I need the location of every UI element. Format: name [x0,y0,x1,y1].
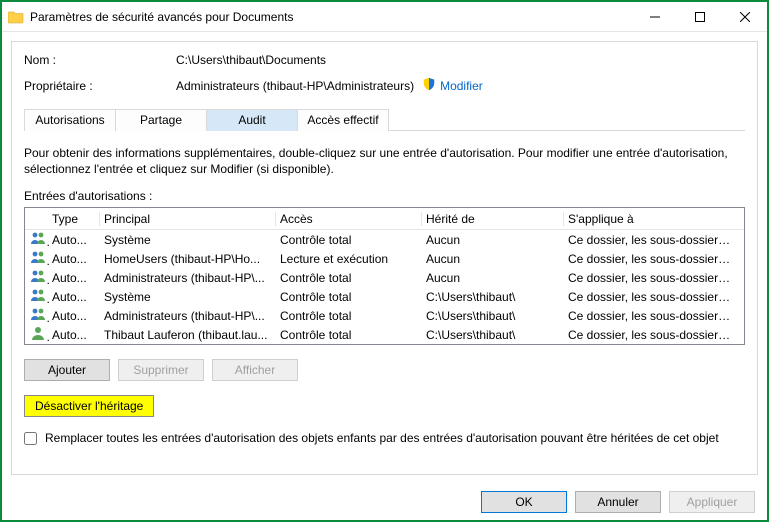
cell-inherited: C:\Users\thibaut\ [423,308,565,324]
table-row[interactable]: Auto...SystèmeContrôle totalC:\Users\thi… [25,287,744,306]
cell-access: Contrôle total [277,289,423,305]
cell-applies: Ce dossier, les sous-dossiers et... [565,308,742,324]
minimize-button[interactable] [632,2,677,31]
table-row[interactable]: Auto...HomeUsers (thibaut-HP\Ho...Lectur… [25,249,744,268]
tab-audit[interactable]: Audit [206,109,298,131]
tab-effective-access[interactable]: Accès effectif [297,109,389,131]
cell-inherited: C:\Users\thibaut\ [423,289,565,305]
cell-inherited: C:\Users\thibaut\ [423,327,565,343]
owner-value: Administrateurs (thibaut-HP\Administrate… [176,79,414,93]
cell-type: Auto... [49,270,101,286]
col-inherited[interactable]: Hérité de [423,209,565,229]
cell-principal: Système [101,232,277,248]
col-type[interactable]: Type [49,209,101,229]
cell-type: Auto... [49,289,101,305]
security-dialog: Paramètres de sécurité avancés pour Docu… [0,0,769,522]
cancel-button[interactable]: Annuler [575,491,661,513]
replace-checkbox-label: Remplacer toutes les entrées d'autorisat… [45,431,719,445]
table-row[interactable]: Auto...Administrateurs (thibaut-HP\...Co… [25,268,744,287]
cell-principal: HomeUsers (thibaut-HP\Ho... [101,251,277,267]
cell-inherited: Aucun [423,251,565,267]
owner-row: Propriétaire : Administrateurs (thibaut-… [24,77,745,94]
content-panel: Nom : C:\Users\thibaut\Documents Proprié… [11,41,758,475]
tab-bar: Autorisations Partage Audit Accès effect… [24,108,745,131]
shield-icon [422,77,436,94]
remove-button: Supprimer [118,359,204,381]
minimize-icon [650,12,660,22]
principal-icon [27,267,49,288]
cell-applies: Ce dossier, les sous-dossiers et... [565,270,742,286]
cell-access: Contrôle total [277,232,423,248]
owner-label: Propriétaire : [24,79,176,93]
window-title: Paramètres de sécurité avancés pour Docu… [30,10,632,24]
table-row[interactable]: Auto...Thibaut Lauferon (thibaut.lau...C… [25,325,744,344]
maximize-button[interactable] [677,2,722,31]
folder-icon [8,9,24,25]
cell-inherited: Aucun [423,232,565,248]
principal-icon [27,324,49,345]
view-button: Afficher [212,359,298,381]
cell-applies: Ce dossier, les sous-dossiers et... [565,327,742,343]
apply-button: Appliquer [669,491,755,513]
cell-access: Lecture et exécution [277,251,423,267]
disable-inheritance-button[interactable]: Désactiver l'héritage [24,395,154,417]
col-principal[interactable]: Principal [101,209,277,229]
grid-header: Type Principal Accès Hérité de S'appliqu… [25,208,744,230]
modify-owner-link[interactable]: Modifier [440,79,483,93]
cell-applies: Ce dossier, les sous-dossiers et... [565,289,742,305]
dialog-footer: OK Annuler Appliquer [2,484,767,520]
name-row: Nom : C:\Users\thibaut\Documents [24,53,745,67]
cell-type: Auto... [49,327,101,343]
titlebar: Paramètres de sécurité avancés pour Docu… [2,2,767,32]
cell-type: Auto... [49,232,101,248]
cell-access: Contrôle total [277,308,423,324]
tab-permissions[interactable]: Autorisations [24,109,116,131]
maximize-icon [695,12,705,22]
principal-icon [27,229,49,250]
grid-body: Auto...SystèmeContrôle totalAucunCe doss… [25,230,744,344]
entries-label: Entrées d'autorisations : [24,189,745,203]
close-icon [740,12,750,22]
cell-type: Auto... [49,251,101,267]
principal-icon [27,286,49,307]
col-applies[interactable]: S'applique à [565,209,742,229]
description-text: Pour obtenir des informations supplément… [24,145,745,177]
col-icon[interactable] [27,216,49,222]
replace-checkbox[interactable] [24,432,37,445]
cell-inherited: Aucun [423,270,565,286]
replace-checkbox-row[interactable]: Remplacer toutes les entrées d'autorisat… [24,431,745,445]
cell-access: Contrôle total [277,270,423,286]
cell-access: Contrôle total [277,327,423,343]
name-label: Nom : [24,53,176,67]
cell-principal: Administrateurs (thibaut-HP\... [101,308,277,324]
close-button[interactable] [722,2,767,31]
cell-principal: Système [101,289,277,305]
permission-grid: Type Principal Accès Hérité de S'appliqu… [24,207,745,345]
cell-principal: Thibaut Lauferon (thibaut.lau... [101,327,277,343]
principal-icon [27,248,49,269]
table-row[interactable]: Auto...Administrateurs (thibaut-HP\...Co… [25,306,744,325]
principal-icon [27,305,49,326]
window-controls [632,2,767,31]
add-button[interactable]: Ajouter [24,359,110,381]
cell-principal: Administrateurs (thibaut-HP\... [101,270,277,286]
col-access[interactable]: Accès [277,209,423,229]
name-value: C:\Users\thibaut\Documents [176,53,326,67]
entry-buttons: Ajouter Supprimer Afficher [24,359,745,381]
cell-applies: Ce dossier, les sous-dossiers et... [565,232,742,248]
table-row[interactable]: Auto...SystèmeContrôle totalAucunCe doss… [25,230,744,249]
tab-sharing[interactable]: Partage [115,109,207,131]
ok-button[interactable]: OK [481,491,567,513]
cell-type: Auto... [49,308,101,324]
inherit-row: Désactiver l'héritage [24,395,745,417]
cell-applies: Ce dossier, les sous-dossiers et... [565,251,742,267]
